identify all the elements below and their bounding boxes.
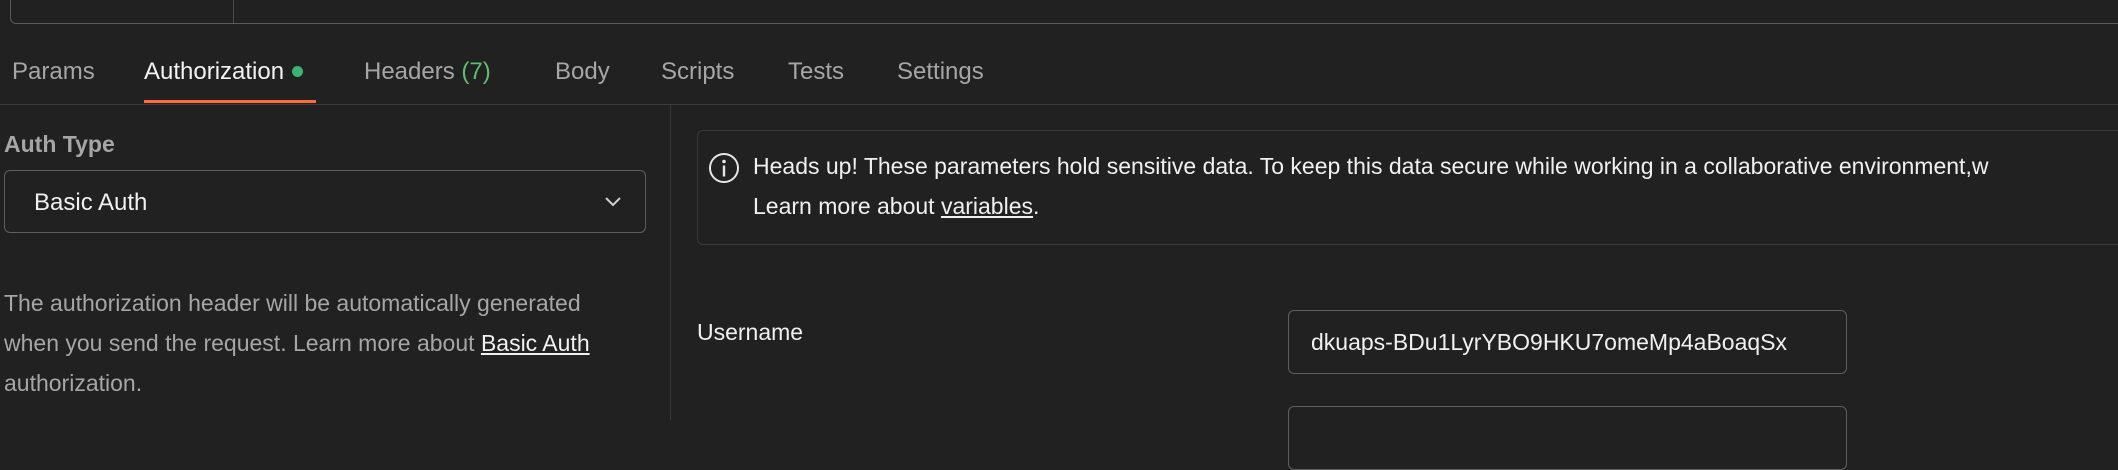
tab-scripts[interactable]: Scripts bbox=[661, 58, 734, 86]
tab-settings[interactable]: Settings bbox=[897, 58, 984, 86]
username-input[interactable]: dkuaps-BDu1LyrYBO9HKU7omeMp4aBoaqSx bbox=[1288, 310, 1847, 374]
tab-headers-label: Headers bbox=[364, 58, 455, 85]
auth-type-label: Auth Type bbox=[4, 131, 115, 157]
notice-period: . bbox=[1033, 193, 1040, 219]
tab-headers[interactable]: Headers (7) bbox=[364, 58, 491, 86]
chevron-down-icon bbox=[605, 197, 621, 207]
basic-auth-link[interactable]: Basic Auth bbox=[481, 330, 590, 356]
notice-text: Heads up! These parameters hold sensitiv… bbox=[753, 153, 1989, 179]
modified-dot-icon bbox=[292, 66, 304, 77]
sensitive-data-notice: Heads up! These parameters hold sensitiv… bbox=[697, 130, 2118, 245]
tab-authorization[interactable]: Authorization bbox=[144, 58, 304, 86]
username-label: Username bbox=[697, 319, 804, 345]
notice-learn-more: Learn more about variables. bbox=[753, 193, 1039, 220]
active-tab-indicator bbox=[144, 100, 316, 103]
variables-link[interactable]: variables bbox=[941, 193, 1033, 219]
password-input[interactable] bbox=[1288, 406, 1847, 470]
tab-authorization-label: Authorization bbox=[144, 58, 285, 85]
auth-type-select[interactable]: Basic Auth bbox=[4, 170, 646, 233]
tab-body[interactable]: Body bbox=[555, 58, 610, 86]
tab-params[interactable]: Params bbox=[12, 58, 95, 86]
info-icon bbox=[709, 153, 739, 183]
auth-type-value: Basic Auth bbox=[34, 189, 148, 216]
tab-tests[interactable]: Tests bbox=[788, 58, 844, 86]
tab-headers-count: (7) bbox=[461, 58, 491, 85]
notice-learn-more-text: Learn more about bbox=[753, 193, 941, 219]
request-tabs: Params Authorization Headers (7) Body Sc… bbox=[0, 40, 2118, 105]
pane-divider[interactable] bbox=[670, 105, 671, 420]
auth-config-pane: Auth Type Basic Auth The authorization h… bbox=[0, 105, 670, 420]
url-divider bbox=[233, 0, 234, 23]
username-value: dkuaps-BDu1LyrYBO9HKU7omeMp4aBoaqSx bbox=[1311, 329, 1788, 355]
auth-description-suffix: authorization. bbox=[4, 370, 143, 396]
url-input-container[interactable] bbox=[10, 0, 2118, 24]
auth-description: The authorization header will be automat… bbox=[4, 283, 624, 403]
